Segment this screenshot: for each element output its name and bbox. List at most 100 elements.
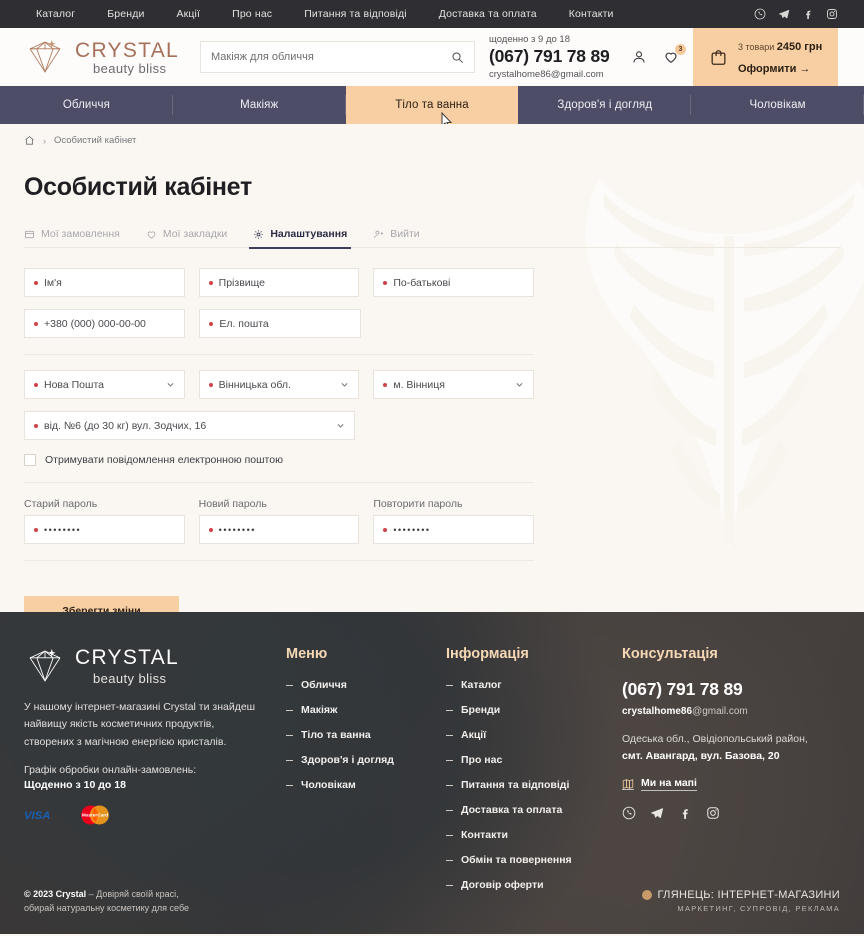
footer-map-label: Ми на мапі xyxy=(641,776,697,791)
footer-map-link[interactable]: Ми на мапі xyxy=(622,777,840,791)
last-name-field[interactable]: Прізвище xyxy=(198,268,360,297)
top-bar: Каталог Бренди Акції Про нас Питання та … xyxy=(0,0,864,28)
footer-menu-item[interactable]: Здоров'я і догляд xyxy=(286,754,446,766)
page-title: Особистий кабінет xyxy=(24,173,252,201)
footer-address-line1: Одеська обл., Овідіопольський район, xyxy=(622,733,808,745)
facebook-icon[interactable] xyxy=(802,8,814,20)
footer-info-item[interactable]: Каталог xyxy=(446,679,618,691)
home-icon[interactable] xyxy=(24,135,35,146)
footer-info-item[interactable]: Про нас xyxy=(446,754,618,766)
viber-icon[interactable] xyxy=(754,8,766,20)
tab-logout[interactable]: Вийти xyxy=(373,221,420,248)
dash-icon xyxy=(446,784,453,786)
footer-bottom-bar: © 2023 Crystal – Довіряй своїй красі, об… xyxy=(0,868,864,934)
password-divider xyxy=(24,482,534,483)
tab-settings[interactable]: Налаштування xyxy=(249,221,352,249)
required-dot-icon xyxy=(34,423,38,428)
site-logo[interactable]: CRYSTAL beauty bliss xyxy=(0,28,200,86)
old-password-value: •••••••• xyxy=(44,524,82,535)
top-nav-item-faq[interactable]: Питання та відповіді xyxy=(288,8,423,20)
footer-menu-item[interactable]: Обличчя xyxy=(286,679,446,691)
footer-info-item[interactable]: Контакти xyxy=(446,829,618,841)
header-phone[interactable]: (067) 791 78 89 xyxy=(489,46,610,67)
top-nav-item-about[interactable]: Про нас xyxy=(216,8,288,20)
new-password-field[interactable]: •••••••• xyxy=(198,515,360,544)
checkout-link[interactable]: Оформити → xyxy=(738,63,810,75)
cart-item-count: 3 товари xyxy=(738,42,775,53)
footer-info-item[interactable]: Акції xyxy=(446,729,618,741)
tab-my-orders[interactable]: Мої замовлення xyxy=(24,221,120,248)
tab-my-bookmarks[interactable]: Мої закладки xyxy=(146,221,227,248)
dash-icon xyxy=(286,684,293,686)
footer-info-item[interactable]: Обмін та повернення xyxy=(446,854,618,866)
wishlist-icon[interactable]: 3 xyxy=(663,44,686,65)
search-icon[interactable] xyxy=(451,51,464,64)
footer-consultation-column: Консультація (067) 791 78 89 crystalhome… xyxy=(618,646,840,904)
footer-menu-item[interactable]: Чоловікам xyxy=(286,779,446,791)
carrier-select[interactable]: Нова Пошта xyxy=(24,370,185,399)
contact-row: +380 (000) 000-00-00 Ел. пошта xyxy=(24,309,534,338)
region-select[interactable]: Вінницька обл. xyxy=(198,370,360,399)
footer-menu-item-label: Обличчя xyxy=(301,679,347,691)
facebook-icon[interactable] xyxy=(678,806,692,820)
newsletter-checkbox[interactable] xyxy=(24,454,36,466)
old-password-field[interactable]: •••••••• xyxy=(24,515,185,544)
top-nav-item-contacts[interactable]: Контакти xyxy=(553,8,630,20)
search-input[interactable] xyxy=(211,51,451,63)
footer-menu-item[interactable]: Тіло та ванна xyxy=(286,729,446,741)
footer-phone[interactable]: (067) 791 78 89 xyxy=(622,679,840,700)
middle-name-field[interactable]: По-батькові xyxy=(373,268,535,297)
footer-logo-title: CRYSTAL xyxy=(75,646,180,669)
search-box[interactable] xyxy=(200,41,475,73)
developer-brand[interactable]: ГЛЯНЕЦЬ: ІНТЕРНЕТ-МАГАЗИНИ МАРКЕТИНГ, СУ… xyxy=(641,889,840,913)
top-nav-item-catalog[interactable]: Каталог xyxy=(20,8,91,20)
first-name-value: Ім'я xyxy=(44,276,62,289)
required-dot-icon xyxy=(209,321,214,326)
top-nav-item-delivery[interactable]: Доставка та оплата xyxy=(423,8,553,20)
footer-menu-list: Обличчя Макіяж Тіло та ванна Здоров'я і … xyxy=(286,679,446,791)
first-name-field[interactable]: Ім'я xyxy=(24,268,185,297)
top-nav-item-promos[interactable]: Акції xyxy=(161,8,217,20)
telegram-icon[interactable] xyxy=(650,806,664,820)
telegram-icon[interactable] xyxy=(778,8,790,20)
footer-logo[interactable]: CRYSTAL beauty bliss xyxy=(24,646,286,686)
save-changes-button[interactable]: Зберегти зміни xyxy=(24,596,179,612)
footer-info-item[interactable]: Доставка та оплата xyxy=(446,804,618,816)
city-select[interactable]: м. Вінниця xyxy=(373,370,535,399)
instagram-icon[interactable] xyxy=(826,8,838,20)
account-icon[interactable] xyxy=(631,49,647,65)
nav-item-face[interactable]: Обличчя xyxy=(0,86,173,124)
nav-item-health-care[interactable]: Здоров'я і догляд xyxy=(518,86,691,124)
footer-logo-wordmark: CRYSTAL beauty bliss xyxy=(75,646,179,686)
footer-info-item-label: Контакти xyxy=(461,829,508,841)
gear-icon xyxy=(253,229,264,240)
repeat-password-field[interactable]: •••••••• xyxy=(373,515,535,544)
footer-info-item[interactable]: Бренди xyxy=(446,704,618,716)
branch-select[interactable]: від. №6 (до 30 кг) вул. Зодчих, 16 xyxy=(24,411,355,440)
viber-icon[interactable] xyxy=(622,806,636,820)
footer-menu-title: Меню xyxy=(286,646,328,662)
glyanets-logo-icon xyxy=(641,890,652,900)
newsletter-checkbox-row[interactable]: Отримувати повідомлення електронною пошт… xyxy=(24,454,534,466)
svg-text:MasterCard: MasterCard xyxy=(82,812,108,818)
nav-item-body-bath[interactable]: Тіло та ванна xyxy=(345,86,519,124)
top-nav-item-brands[interactable]: Бренди xyxy=(91,8,160,20)
last-name-value: Прізвище xyxy=(218,276,266,289)
footer-menu-column: Меню Обличчя Макіяж Тіло та ванна Здоров… xyxy=(286,646,446,904)
cart-block[interactable]: 3 товари 2450 грн Оформити → xyxy=(693,28,838,86)
chevron-down-icon xyxy=(515,380,524,389)
email-field[interactable]: Ел. пошта xyxy=(199,309,361,338)
orders-icon xyxy=(24,229,35,240)
footer-email[interactable]: crystalhome86@gmail.com xyxy=(622,706,840,717)
footer-menu-item[interactable]: Макіяж xyxy=(286,704,446,716)
phone-field[interactable]: +380 (000) 000-00-00 xyxy=(24,309,186,338)
nav-item-men[interactable]: Чоловікам xyxy=(691,86,864,124)
logo-title: CRYSTAL xyxy=(75,38,180,62)
category-nav: Обличчя Макіяж Тіло та ванна Здоров'я і … xyxy=(0,86,864,129)
footer-info-item[interactable]: Питання та відповіді xyxy=(446,779,618,791)
logo-wordmark: CRYSTAL beauty bliss xyxy=(75,40,179,75)
logo-tagline: beauty bliss xyxy=(93,60,167,76)
nav-item-makeup[interactable]: Макіяж xyxy=(173,86,346,124)
header-email[interactable]: crystalhome86@gmail.com xyxy=(489,69,604,80)
instagram-icon[interactable] xyxy=(706,806,720,820)
